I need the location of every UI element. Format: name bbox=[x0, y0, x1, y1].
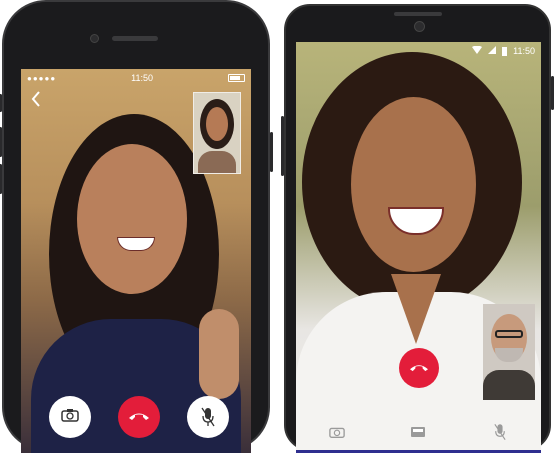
end-call-button-android[interactable] bbox=[399, 348, 439, 388]
self-view-pip[interactable] bbox=[193, 92, 241, 174]
wifi-icon bbox=[472, 45, 483, 56]
glasses-icon bbox=[495, 330, 523, 338]
self-view-pip-android[interactable] bbox=[483, 304, 535, 400]
front-camera bbox=[90, 34, 99, 43]
self-view-body-android bbox=[483, 370, 535, 400]
ios-status-bar: ●●●●● 11:50 bbox=[21, 69, 251, 87]
switch-camera-button[interactable] bbox=[49, 396, 91, 438]
battery-icon bbox=[228, 74, 245, 82]
android-device: 11:50 bbox=[281, 4, 554, 453]
remote-person-face bbox=[77, 144, 187, 294]
mic-off-icon bbox=[201, 407, 215, 427]
status-time-android: 11:50 bbox=[513, 46, 535, 56]
camera-switch-icon bbox=[329, 425, 345, 444]
status-time: 11:50 bbox=[131, 73, 154, 83]
signal-icon bbox=[488, 46, 497, 56]
volume-up-button bbox=[0, 127, 2, 157]
volume-down-button bbox=[0, 164, 2, 194]
android-power-button bbox=[281, 116, 284, 176]
iphone-device: ●●●●● 11:50 bbox=[0, 0, 273, 453]
video-toggle-button[interactable] bbox=[407, 423, 429, 445]
switch-camera-button-android[interactable] bbox=[326, 423, 348, 445]
phone-hangup-icon bbox=[128, 408, 150, 426]
remote-person-hand bbox=[199, 309, 239, 399]
power-button bbox=[270, 132, 273, 172]
iphone-call-screen: ●●●●● 11:50 bbox=[21, 69, 251, 453]
mic-off-icon bbox=[494, 423, 506, 446]
android-status-bar: 11:50 bbox=[296, 42, 541, 60]
self-view-face bbox=[206, 107, 228, 141]
self-view-body bbox=[198, 151, 236, 173]
phone-hangup-icon bbox=[409, 359, 429, 377]
signal-strength: ●●●●● bbox=[27, 73, 57, 83]
remote-person-face-android bbox=[351, 97, 476, 272]
android-call-screen: 11:50 bbox=[296, 42, 541, 453]
android-earpiece bbox=[394, 12, 442, 16]
mute-button-android[interactable] bbox=[489, 423, 511, 445]
video-off-icon bbox=[410, 425, 426, 443]
chevron-left-icon[interactable] bbox=[31, 91, 41, 110]
battery-icon bbox=[502, 46, 508, 56]
mute-button[interactable] bbox=[187, 396, 229, 438]
self-view-beard bbox=[495, 348, 523, 362]
earpiece-speaker bbox=[112, 36, 158, 41]
android-call-toolbar bbox=[296, 415, 541, 453]
camera-switch-icon bbox=[61, 408, 79, 427]
mute-switch bbox=[0, 94, 2, 112]
end-call-button[interactable] bbox=[118, 396, 160, 438]
call-controls bbox=[49, 396, 229, 438]
android-front-camera bbox=[414, 21, 425, 32]
android-volume-button bbox=[551, 76, 554, 110]
